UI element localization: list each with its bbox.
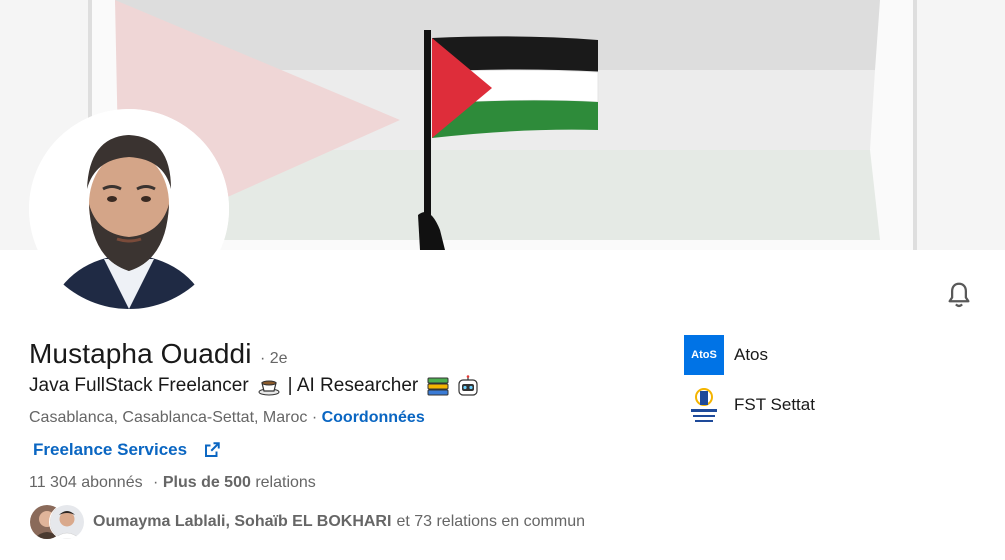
headline-research: | AI Researcher	[287, 375, 419, 396]
company-name: Atos	[734, 345, 769, 364]
connections-count[interactable]: Plus de 500	[163, 474, 251, 491]
profile-stats: 11 304 abonnés · Plus de 500 relations	[29, 474, 316, 491]
profile-location: Casablanca, Casablanca-Settat, Maroc · C…	[29, 409, 425, 427]
mutual-names: Oumayma Lablali, Sohaïb EL BOKHARI	[93, 513, 392, 530]
notification-bell-button[interactable]	[944, 280, 974, 310]
school-name: FST Settat	[734, 395, 815, 414]
location-text: Casablanca, Casablanca-Settat, Maroc ·	[29, 409, 318, 426]
profile-headline: Java FullStack Freelancer | AI Researche…	[29, 374, 483, 398]
mutual-avatar-2	[49, 504, 85, 540]
bell-icon	[948, 282, 970, 308]
connection-degree: · 2e	[260, 350, 288, 367]
coffee-emoji-icon	[257, 374, 281, 398]
contact-info-link[interactable]: Coordonnées	[322, 409, 425, 426]
profile-avatar[interactable]	[29, 109, 229, 309]
company-atos[interactable]: AtoS Atos	[684, 335, 768, 375]
mutual-count: et 73 relations en commun	[396, 513, 585, 530]
services-label: Freelance Services	[33, 440, 188, 459]
books-emoji-icon	[426, 374, 450, 398]
mutual-avatars	[29, 504, 87, 540]
external-link-icon	[205, 442, 220, 457]
connections-label: relations	[255, 474, 316, 491]
school-fst-settat[interactable]: FST Settat	[684, 385, 815, 425]
robot-emoji-icon	[456, 374, 480, 398]
atos-logo: AtoS	[684, 335, 724, 375]
name-row: Mustapha Ouaddi · 2e	[29, 338, 288, 370]
followers-count[interactable]: 11 304 abonnés	[29, 474, 143, 491]
headline-role: Java FullStack Freelancer	[29, 375, 249, 396]
profile-photo	[29, 109, 229, 309]
mutual-connections[interactable]: Oumayma Lablali, Sohaïb EL BOKHARI et 73…	[29, 504, 585, 540]
atos-logo-text: AtoS	[691, 349, 717, 361]
fst-settat-logo	[684, 385, 724, 425]
freelance-services-link[interactable]: Freelance Services	[33, 440, 221, 460]
profile-name: Mustapha Ouaddi	[29, 338, 252, 369]
